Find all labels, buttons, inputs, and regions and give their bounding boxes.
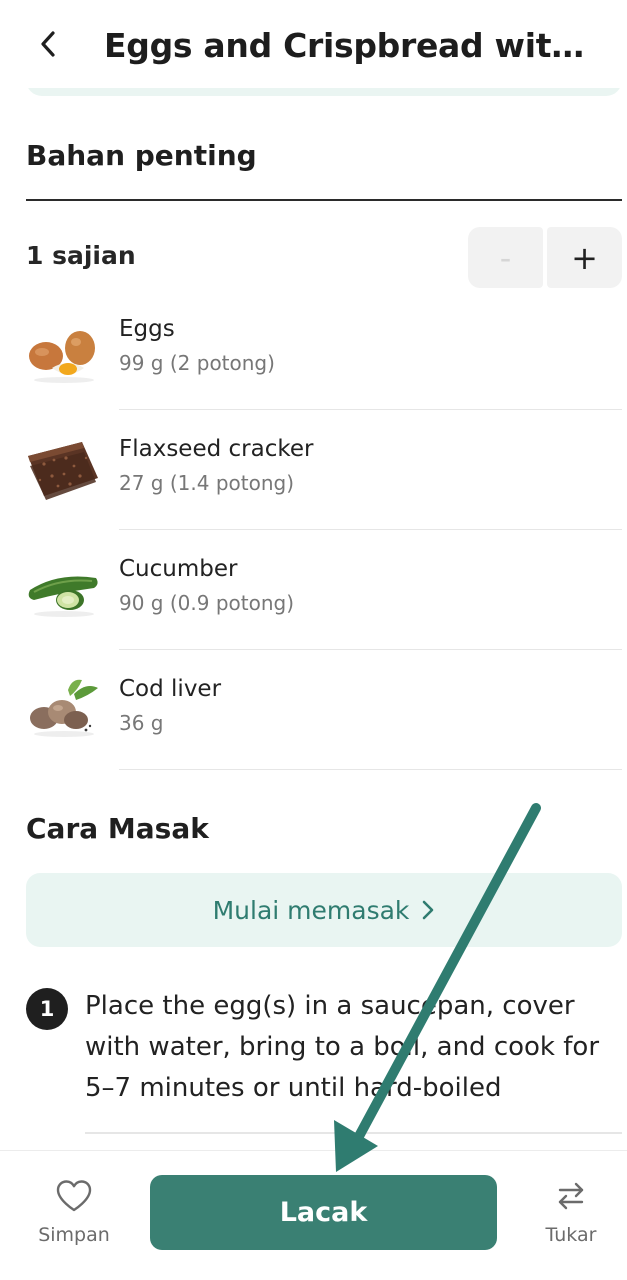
- cooking-section-title: Cara Masak: [26, 812, 209, 845]
- swap-label: Tukar: [545, 1224, 597, 1246]
- ingredient-row[interactable]: Cucumber 90 g (0.9 potong): [28, 530, 622, 650]
- servings-stepper: - +: [468, 227, 622, 288]
- ingredients-section-title: Bahan penting: [26, 139, 257, 172]
- ingredient-row[interactable]: Flaxseed cracker 27 g (1.4 potong): [28, 410, 622, 530]
- ingredient-amount: 27 g (1.4 potong): [119, 471, 295, 495]
- ingredient-amount: 36 g: [119, 711, 164, 735]
- flaxseed-cracker-image: [28, 442, 98, 500]
- step-number-badge: 1: [26, 988, 68, 1030]
- swap-arrows-icon: [558, 1182, 584, 1210]
- recipe-page: Eggs and Crispbread with... Bahan pentin…: [0, 0, 627, 1280]
- section-divider: [26, 199, 622, 201]
- ingredient-row[interactable]: Eggs 99 g (2 potong): [29, 290, 622, 410]
- ingredient-amount: 90 g (0.9 potong): [119, 591, 295, 615]
- heart-icon: [56, 1180, 92, 1212]
- header: Eggs and Crispbread with...: [0, 0, 627, 88]
- save-label: Simpan: [38, 1224, 110, 1246]
- start-cooking-button[interactable]: Mulai memasak: [26, 873, 622, 947]
- increase-servings-button[interactable]: +: [547, 227, 622, 288]
- cucumber-image: [28, 576, 98, 617]
- page-title: Eggs and Crispbread with...: [104, 26, 604, 65]
- save-button[interactable]: Simpan: [24, 1179, 124, 1246]
- start-cooking-label: Mulai memasak: [212, 895, 410, 925]
- ingredient-name: Cod liver: [119, 676, 222, 702]
- track-button[interactable]: Lacak: [150, 1175, 497, 1250]
- bottom-action-bar: Simpan Lacak Tukar: [0, 1150, 627, 1280]
- ingredient-row[interactable]: Cod liver 36 g: [30, 650, 622, 770]
- servings-label: 1 sajian: [26, 241, 136, 270]
- ingredient-name: Cucumber: [119, 556, 238, 582]
- ingredient-amount: 99 g (2 potong): [119, 351, 275, 375]
- decrease-servings-button[interactable]: -: [468, 227, 543, 288]
- step-text: Place the egg(s) in a saucepan, cover wi…: [85, 991, 600, 1103]
- ingredient-name: Eggs: [119, 316, 175, 342]
- step-divider: [85, 1132, 622, 1134]
- ingredient-list: Eggs 99 g (2 potong) Flaxseed cracker 27…: [0, 290, 627, 770]
- back-button[interactable]: [26, 22, 70, 66]
- chevron-right-icon: [423, 900, 434, 920]
- ingredient-name: Flaxseed cracker: [119, 436, 314, 462]
- cod-liver-image: [30, 679, 98, 737]
- chevron-left-icon: [41, 31, 55, 57]
- eggs-image: [29, 331, 95, 383]
- swap-button[interactable]: Tukar: [521, 1179, 621, 1246]
